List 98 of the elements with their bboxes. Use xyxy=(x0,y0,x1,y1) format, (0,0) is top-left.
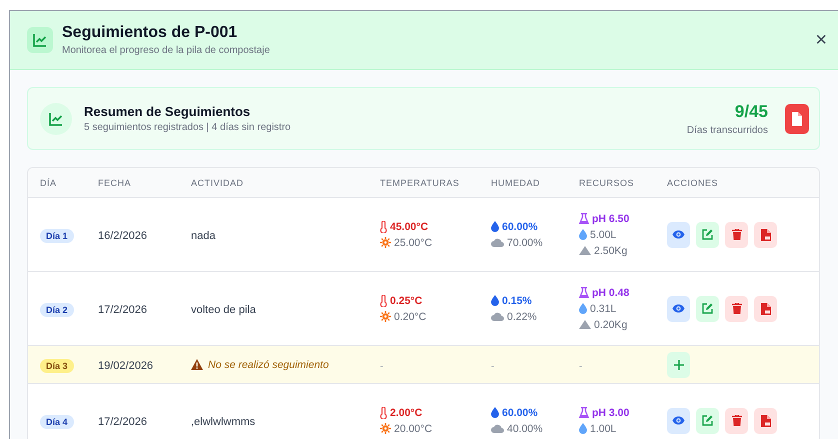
missing-notice: No se realizó seguimiento xyxy=(208,358,329,370)
pile-temperature: 2.00°C xyxy=(390,406,422,418)
eye-icon xyxy=(672,230,685,239)
column-header: RECURSOS xyxy=(579,178,636,188)
pile-humidity: 60.00% xyxy=(502,406,538,418)
warning-icon xyxy=(191,359,203,370)
empty-value: - xyxy=(491,360,494,372)
summary-title: Resumen de Seguimientos xyxy=(84,104,252,119)
ambient-humidity: 70.00% xyxy=(507,236,543,248)
column-header: FECHA xyxy=(98,178,132,188)
delete-button[interactable] xyxy=(725,296,748,322)
column-header: HUMEDAD xyxy=(491,178,542,188)
day-badge: Día 2 xyxy=(40,302,74,316)
delete-button[interactable] xyxy=(725,408,748,434)
day-badge: Día 3 xyxy=(40,358,74,372)
eye-icon xyxy=(672,304,685,313)
ph-value: pH 6.50 xyxy=(592,212,630,224)
mountain-icon xyxy=(579,246,591,255)
pdf-file-icon xyxy=(760,414,770,426)
trash-icon xyxy=(732,303,742,314)
column-header: ACTIVIDAD xyxy=(191,178,245,188)
date-text: 17/2/2026 xyxy=(98,304,147,316)
day-badge: Día 4 xyxy=(40,414,74,428)
trash-icon xyxy=(732,229,742,240)
empty-value: - xyxy=(380,360,384,372)
mountain-icon xyxy=(579,320,591,329)
pdf-file-icon xyxy=(760,302,770,314)
trash-icon xyxy=(732,415,742,426)
sun-icon xyxy=(380,423,391,434)
thermometer-icon xyxy=(380,220,387,232)
pdf-export-button[interactable] xyxy=(785,104,809,134)
date-text: 17/2/2026 xyxy=(98,416,147,428)
pile-temperature: 0.25°C xyxy=(390,294,422,306)
empty-value: - xyxy=(579,360,582,372)
eye-icon xyxy=(672,416,685,425)
view-button[interactable] xyxy=(667,222,690,248)
close-button[interactable]: × xyxy=(813,30,829,50)
activity-text: volteo de pila xyxy=(191,304,256,316)
edit-icon xyxy=(702,303,713,314)
day-badge: Día 1 xyxy=(40,228,74,242)
days-count-label: Días transcurridos xyxy=(686,124,768,136)
column-header: ACCIONES xyxy=(667,178,720,188)
column-header: TEMPERATURAS xyxy=(380,178,460,188)
date-text: 16/2/2026 xyxy=(98,230,147,242)
pile-humidity: 60.00% xyxy=(502,220,538,232)
ph-value: pH 3.00 xyxy=(592,406,630,418)
thermometer-icon xyxy=(380,294,387,306)
droplet-icon xyxy=(579,423,587,434)
ambient-temperature: 20.00°C xyxy=(394,422,432,434)
summary-subtitle: 5 seguimientos registrados | 4 días sin registro xyxy=(84,122,292,133)
modal-title: Seguimientos de P-001 xyxy=(62,24,238,42)
pile-temperature: 45.00°C xyxy=(390,220,428,232)
ambient-humidity: 40.00% xyxy=(507,422,543,434)
edit-icon xyxy=(702,415,713,426)
cloud-icon xyxy=(491,424,504,433)
plus-icon xyxy=(674,360,684,370)
sun-icon xyxy=(380,311,391,322)
pdf-button[interactable] xyxy=(754,222,777,248)
droplet-icon xyxy=(579,303,587,314)
ambient-humidity: 0.22% xyxy=(507,310,537,322)
ph-value: pH 0.48 xyxy=(592,286,630,298)
weight-amount: 0.20Kg xyxy=(594,318,628,330)
ambient-temperature: 25.00°C xyxy=(394,236,432,248)
water-amount: 1.00L xyxy=(590,422,616,434)
view-button[interactable] xyxy=(667,296,690,322)
pdf-file-icon xyxy=(790,110,804,126)
activity-text: ,elwlwlwmms xyxy=(191,416,256,428)
droplet-icon xyxy=(579,229,587,240)
cloud-icon xyxy=(491,238,504,247)
activity-text: nada xyxy=(191,230,216,242)
ambient-temperature: 0.20°C xyxy=(394,310,426,322)
droplet-icon xyxy=(491,221,499,232)
add-button[interactable] xyxy=(667,352,690,378)
column-header: DÍA xyxy=(39,178,58,188)
modal-subtitle: Monitorea el progreso de la pila de compostaje xyxy=(62,45,271,56)
flask-icon xyxy=(579,407,589,418)
date-text: 19/02/2026 xyxy=(98,360,154,372)
pdf-file-icon xyxy=(760,228,770,240)
water-amount: 0.31L xyxy=(590,302,616,314)
droplet-icon xyxy=(491,295,499,306)
pdf-button[interactable] xyxy=(754,296,777,322)
flask-icon xyxy=(579,287,589,298)
edit-button[interactable] xyxy=(696,408,719,434)
days-count: 9/45 xyxy=(734,102,768,122)
cloud-icon xyxy=(491,312,504,321)
thermometer-icon xyxy=(380,406,387,418)
edit-button[interactable] xyxy=(696,222,719,248)
droplet-icon xyxy=(491,407,499,418)
sun-icon xyxy=(380,237,391,248)
view-button[interactable] xyxy=(667,408,690,434)
edit-icon xyxy=(702,229,713,240)
delete-button[interactable] xyxy=(725,222,748,248)
weight-amount: 2.50Kg xyxy=(594,244,628,256)
flask-icon xyxy=(579,213,589,224)
pile-humidity: 0.15% xyxy=(502,294,532,306)
pdf-button[interactable] xyxy=(754,408,777,434)
edit-button[interactable] xyxy=(696,296,719,322)
water-amount: 5.00L xyxy=(590,228,616,240)
